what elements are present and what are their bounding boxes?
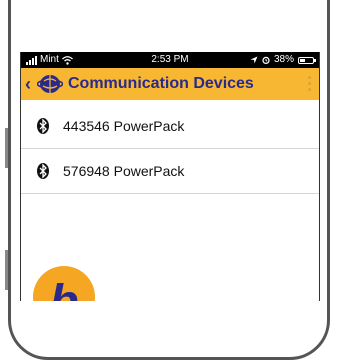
page-title: Communication Devices — [68, 75, 254, 92]
device-row[interactable]: 443546 PowerPack — [21, 104, 319, 149]
chevron-left-icon[interactable]: ‹ — [25, 74, 35, 95]
volume-button — [5, 128, 8, 168]
power-button — [5, 250, 8, 290]
bluetooth-icon — [37, 118, 49, 134]
more-vertical-icon[interactable] — [308, 76, 311, 91]
app-bar: ‹ Communication Devices — [21, 68, 319, 100]
status-right: 38% — [250, 52, 316, 68]
step-badge: b — [33, 266, 95, 301]
device-row[interactable]: 576948 PowerPack — [21, 149, 319, 194]
phone-screen: Mint 2:53 PM 38% ‹ Communication Devices… — [20, 52, 320, 301]
device-name: 576948 PowerPack — [63, 163, 185, 179]
device-list: 443546 PowerPack 576948 PowerPack — [21, 104, 319, 194]
alarm-icon — [262, 56, 270, 64]
location-arrow-icon — [250, 56, 258, 64]
device-name: 443546 PowerPack — [63, 118, 185, 134]
battery-percent: 38% — [273, 54, 294, 65]
battery-icon — [298, 56, 316, 64]
globe-logo-icon — [37, 75, 63, 93]
bluetooth-icon — [37, 163, 49, 179]
status-bar: Mint 2:53 PM 38% — [21, 52, 319, 68]
